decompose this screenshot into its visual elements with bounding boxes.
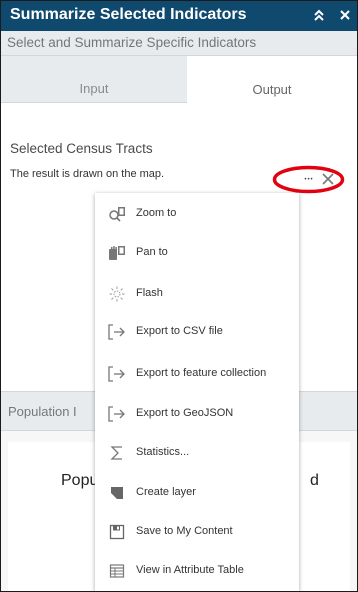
collapse-icon[interactable] <box>311 7 327 23</box>
export-icon <box>108 405 126 423</box>
menu-item-pan-to[interactable]: Pan to <box>95 238 299 268</box>
widget-panel: Summarize Selected Indicators Select and… <box>0 0 358 592</box>
menu-item-label: Flash <box>136 287 163 299</box>
widget-subtitle: Select and Summarize Specific Indicators <box>7 35 257 50</box>
menu-item-flash[interactable]: Flash <box>95 279 299 309</box>
create-layer-icon <box>108 484 126 502</box>
sigma-icon <box>108 444 126 462</box>
menu-item-export-geojson[interactable]: Export to GeoJSON <box>95 399 299 429</box>
menu-item-label: Statistics... <box>136 446 190 458</box>
flash-icon <box>108 285 126 303</box>
tab-input-label: Input <box>79 81 109 96</box>
more-options-icon: ••• <box>304 177 314 183</box>
zoom-to-icon <box>108 205 126 223</box>
tab-output-label: Output <box>252 82 292 97</box>
menu-item-export-csv[interactable]: Export to CSV file <box>95 317 299 347</box>
close-widget-icon[interactable] <box>337 7 353 23</box>
population-section-title: Population I <box>8 404 77 419</box>
menu-item-label: Export to GeoJSON <box>136 407 234 419</box>
menu-item-export-feature-collection[interactable]: Export to feature collection <box>95 359 299 389</box>
menu-item-label: Export to CSV file <box>136 325 223 337</box>
export-icon <box>108 365 126 383</box>
result-title: Selected Census Tracts <box>10 141 153 156</box>
menu-item-label: Pan to <box>136 246 168 258</box>
menu-item-create-layer[interactable]: Create layer <box>95 478 299 508</box>
pan-to-icon <box>108 244 126 262</box>
menu-item-save-to-content[interactable]: Save to My Content <box>95 517 299 547</box>
menu-item-label: View in Attribute Table <box>136 564 244 576</box>
population-card-title-start: Popu <box>61 472 99 489</box>
menu-item-statistics[interactable]: Statistics... <box>95 438 299 468</box>
result-description: The result is drawn on the map. <box>10 168 165 180</box>
menu-item-label: Create layer <box>136 486 196 498</box>
widget-title: Summarize Selected Indicators <box>10 6 247 23</box>
menu-item-label: Export to feature collection <box>136 367 267 379</box>
export-icon <box>108 323 126 341</box>
population-card-title-end: d <box>310 472 319 489</box>
widget-subtitle-bar: Select and Summarize Specific Indicators <box>1 31 357 56</box>
result-actions-menu: Zoom to Pan to Flash Export to CSV file … <box>95 193 299 591</box>
menu-item-label: Zoom to <box>136 207 177 219</box>
more-options-button[interactable]: ••• <box>297 174 321 186</box>
tab-output[interactable]: Output <box>187 56 357 104</box>
widget-header: Summarize Selected Indicators <box>1 1 357 31</box>
table-icon <box>108 562 126 580</box>
menu-item-zoom-to[interactable]: Zoom to <box>95 199 299 229</box>
remove-result-icon[interactable] <box>321 172 337 188</box>
save-icon <box>108 523 126 541</box>
tab-input[interactable]: Input <box>1 56 187 103</box>
tab-bar: Input Output <box>1 56 357 104</box>
menu-item-label: Save to My Content <box>136 525 233 537</box>
menu-item-view-attribute-table[interactable]: View in Attribute Table <box>95 556 299 586</box>
